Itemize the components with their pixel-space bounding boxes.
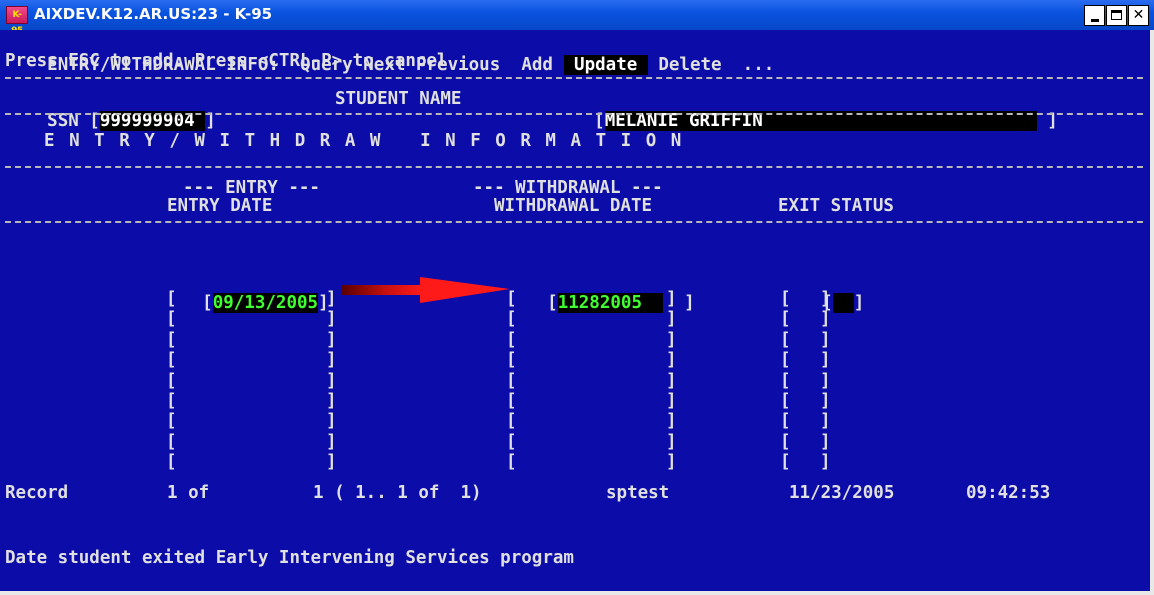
status-time: 09:42:53 xyxy=(966,483,1051,503)
exit-status-empty-fields[interactable]: [[[[[[[[[ xyxy=(780,289,791,473)
entry-date-empty-fields-close: ]]]]]]]]] xyxy=(326,289,337,473)
entry-date-field[interactable]: 09/13/2005 xyxy=(212,293,319,313)
menu-item-delete[interactable]: Delete xyxy=(658,55,721,75)
withdrawal-date-empty-fields-close: ]]]]]]]]] xyxy=(666,289,677,473)
menu-item-more[interactable]: ... xyxy=(743,55,775,75)
arrow-head xyxy=(420,277,510,303)
divider xyxy=(5,113,1143,115)
entry-date-empty-fields[interactable]: [[[[[[[[[ xyxy=(166,289,177,473)
entry-date-row-1: [09/13/2005] xyxy=(202,293,329,313)
status-date: 11/23/2005 xyxy=(789,483,895,503)
maximize-button[interactable] xyxy=(1106,5,1127,26)
red-arrow-annotation xyxy=(342,277,510,303)
student-name-label: STUDENT NAME xyxy=(335,89,462,109)
menu-item-add[interactable]: Add xyxy=(521,55,553,75)
withdrawal-date-field[interactable]: 11282005 xyxy=(557,293,664,313)
withdrawal-date-empty-fields[interactable]: [[[[[[[[[ xyxy=(506,289,517,473)
student-info-row: SSN [999999904 ] xyxy=(47,111,216,131)
window-title: AIXDEV.K12.AR.US:23 - K-95 xyxy=(34,5,273,23)
divider xyxy=(5,166,1143,168)
exit-status-header: EXIT STATUS xyxy=(778,196,894,216)
terminal-screen[interactable]: ENTRY/WITHDRAWAL INFO: Query Next Previo… xyxy=(0,30,1154,595)
divider xyxy=(5,77,1143,79)
exit-status-empty-fields-close: ]]]]]]]]] xyxy=(820,289,831,473)
window-title-bar[interactable]: K-95 AIXDEV.K12.AR.US:23 - K-95 ✕ xyxy=(0,0,1154,36)
menu-help-text: Press ESC to add. Press <CTRL-P> to canc… xyxy=(5,51,448,71)
withdrawal-date-header: WITHDRAWAL DATE xyxy=(494,196,653,216)
student-name-row: [MELANIE GRIFFIN ] xyxy=(594,111,1058,131)
menu-item-update[interactable]: Update xyxy=(563,55,648,75)
minimize-button[interactable] xyxy=(1084,5,1105,26)
user-name: sptest xyxy=(606,483,670,503)
divider xyxy=(5,221,1143,223)
record-range: 1 ( 1.. 1 of 1) xyxy=(313,483,482,503)
record-position: 1 of xyxy=(167,483,210,503)
k95-app-icon[interactable]: K-95 xyxy=(6,6,28,36)
section-title: E N T R Y / W I T H D R A W I N F O R M … xyxy=(44,131,684,151)
close-button[interactable]: ✕ xyxy=(1128,5,1149,26)
entry-date-header: ENTRY DATE xyxy=(167,196,273,216)
record-label: Record xyxy=(5,483,69,503)
arrow-shaft xyxy=(342,285,422,295)
field-help-text: Date student exited Early Intervening Se… xyxy=(5,548,574,568)
exit-status-field[interactable] xyxy=(832,293,854,313)
